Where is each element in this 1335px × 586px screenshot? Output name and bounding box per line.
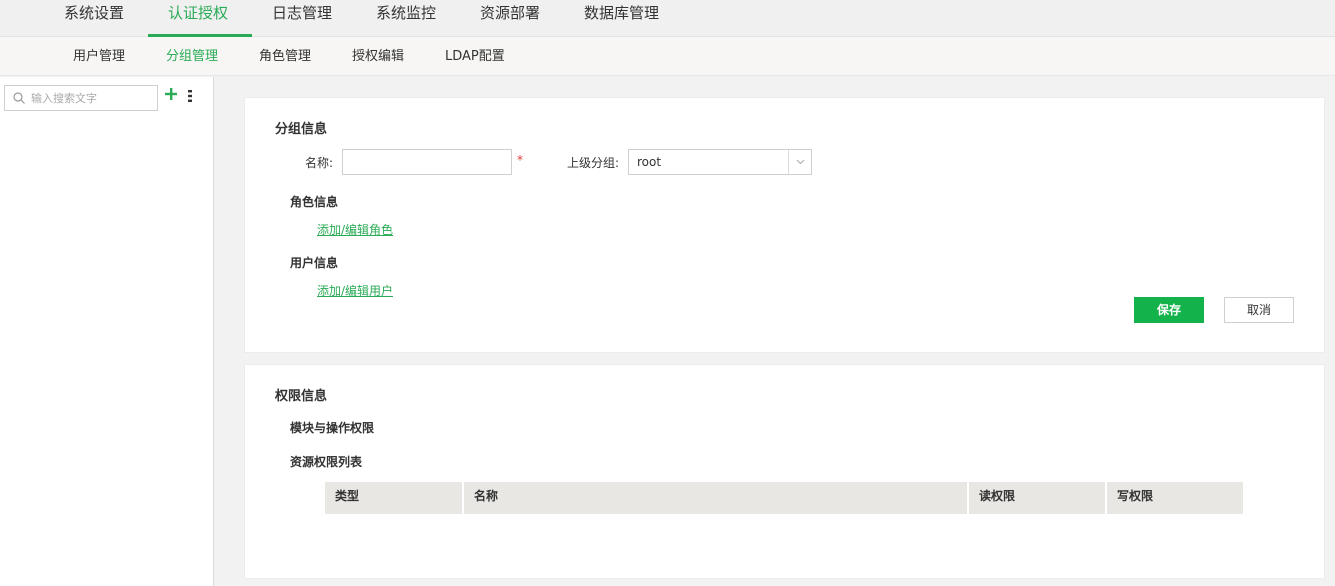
chevron-down-icon (788, 150, 811, 174)
subnav-item-users[interactable]: 用户管理 (73, 37, 125, 76)
topnav-item-deploy[interactable]: 资源部署 (480, 0, 540, 37)
column-header-type[interactable]: 类型 (325, 482, 464, 514)
group-info-card: 分组信息 名称: * 上级分组: root 角色信息 添加/编辑角色 用户信息 … (244, 97, 1325, 353)
subnav-item-groups[interactable]: 分组管理 (166, 37, 218, 76)
parent-group-label: 上级分组: (567, 156, 620, 170)
name-label: 名称: (305, 156, 334, 170)
resource-permission-title: 资源权限列表 (290, 455, 363, 469)
subnav-item-roles[interactable]: 角色管理 (259, 37, 311, 76)
column-header-read[interactable]: 读权限 (969, 482, 1107, 514)
group-info-title: 分组信息 (275, 122, 328, 137)
more-menu-icon[interactable] (187, 89, 193, 103)
group-tree-sidebar (0, 77, 214, 586)
top-nav: 系统设置 认证授权 日志管理 系统监控 资源部署 数据库管理 (0, 0, 1335, 37)
column-header-write[interactable]: 写权限 (1107, 482, 1243, 514)
topnav-item-auth[interactable]: 认证授权 (168, 0, 228, 37)
topnav-item-system-settings[interactable]: 系统设置 (64, 0, 124, 37)
subnav-item-ldap[interactable]: LDAP配置 (445, 37, 505, 76)
topnav-item-database[interactable]: 数据库管理 (584, 0, 659, 37)
topnav-item-monitor[interactable]: 系统监控 (376, 0, 436, 37)
permission-info-card: 权限信息 模块与操作权限 资源权限列表 类型 名称 读权限 写权限 (244, 364, 1325, 579)
cancel-button[interactable]: 取消 (1224, 297, 1294, 323)
add-icon[interactable] (164, 87, 178, 101)
save-button[interactable]: 保存 (1134, 297, 1204, 323)
subnav-item-auth-edit[interactable]: 授权编辑 (352, 37, 404, 76)
group-name-input[interactable] (342, 149, 512, 175)
edit-roles-link[interactable]: 添加/编辑角色 (317, 221, 393, 238)
role-info-title: 角色信息 (290, 195, 339, 209)
sub-nav: 用户管理 分组管理 角色管理 授权编辑 LDAP配置 (0, 37, 1335, 76)
parent-group-value: root (637, 155, 662, 169)
search-icon (13, 92, 25, 104)
search-input[interactable] (31, 88, 155, 108)
edit-users-link[interactable]: 添加/编辑用户 (317, 282, 393, 299)
resource-table-header: 类型 名称 读权限 写权限 (325, 482, 1243, 514)
user-info-title: 用户信息 (290, 256, 339, 270)
required-mark: * (517, 153, 523, 167)
column-header-name[interactable]: 名称 (464, 482, 969, 514)
parent-group-select[interactable]: root (628, 149, 812, 175)
permission-info-title: 权限信息 (275, 389, 328, 404)
search-box (4, 85, 158, 111)
module-permission-title: 模块与操作权限 (290, 421, 375, 435)
topnav-item-logs[interactable]: 日志管理 (272, 0, 332, 37)
